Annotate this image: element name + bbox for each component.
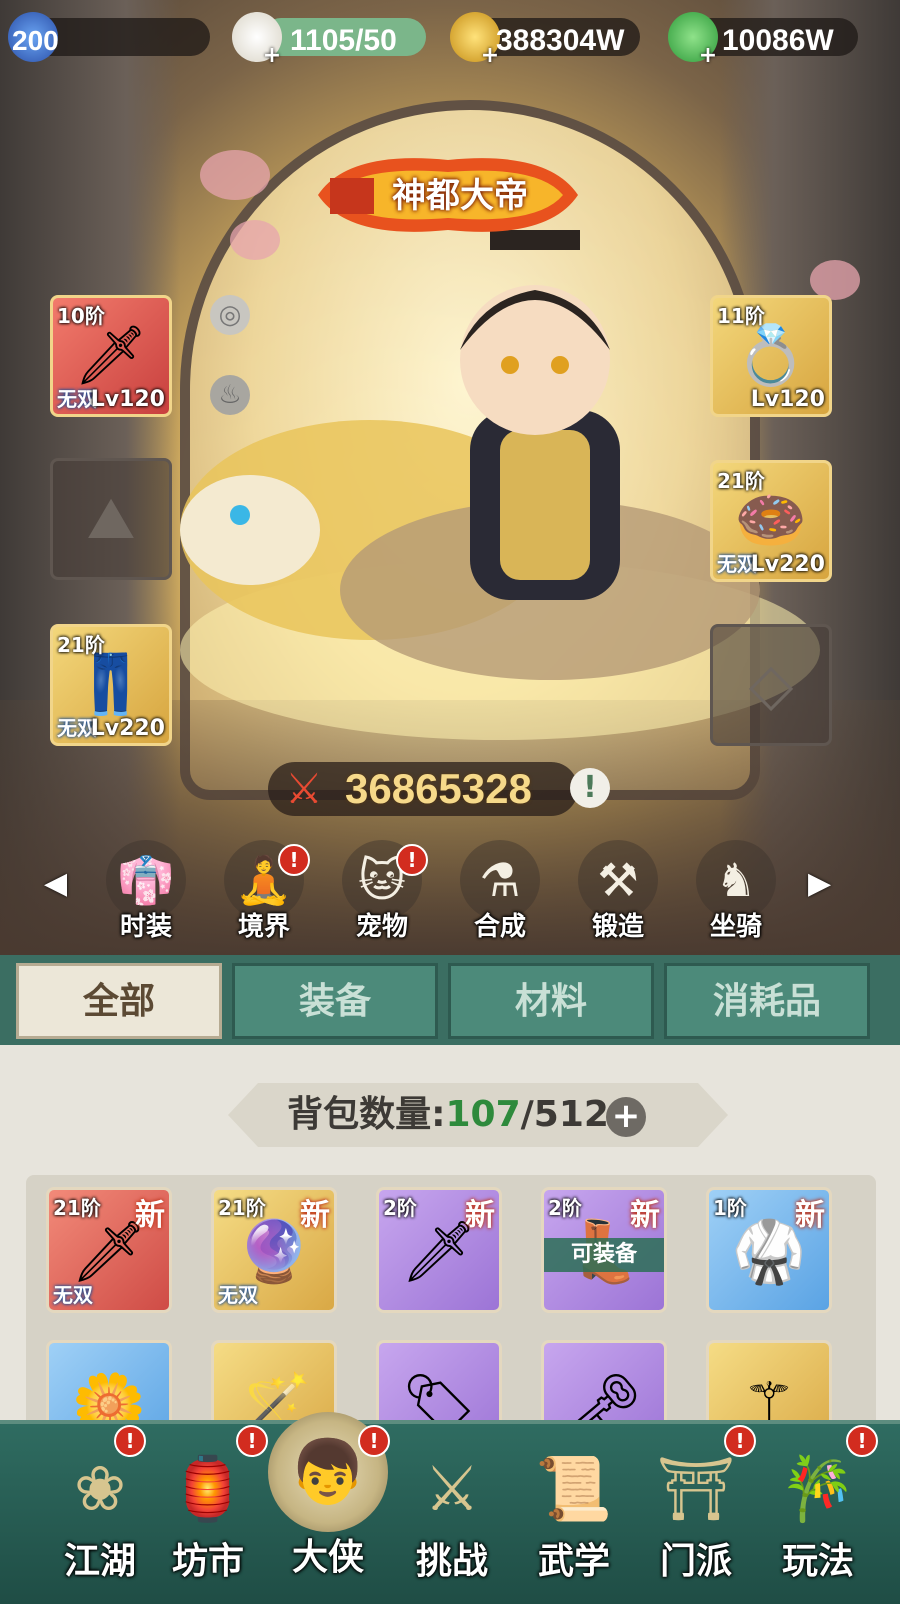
function-scroll-right-arrow[interactable]: ▶ [808, 866, 838, 902]
bag-item[interactable]: 👢 可装备 2阶 新 [541, 1187, 667, 1313]
combat-power-value: 36865328 [345, 765, 532, 812]
slot-tier: 21阶 [717, 469, 765, 493]
equip-slot-ring[interactable]: 💍 11阶 Lv120 [710, 295, 832, 417]
item-equippable-label: 可装备 [544, 1238, 664, 1272]
function-costume[interactable]: 👘 时装 [96, 840, 196, 942]
item-tier: 2阶 [383, 1196, 417, 1220]
realm-alert-badge: ! [278, 844, 310, 876]
bag-item[interactable]: 🔮 21阶 新 无双 [211, 1187, 337, 1313]
nav-alert-badge: ! [358, 1425, 390, 1457]
bag-capacity-label: 背包数量: [287, 1094, 446, 1135]
nav-alert-badge: ! [236, 1425, 268, 1457]
nav-jianghu[interactable]: ❀ 江湖 [40, 1430, 160, 1590]
slot-level: Lv120 [750, 387, 825, 412]
item-tag: 无双 [218, 1283, 258, 1307]
slot-tier: 21阶 [57, 633, 105, 657]
function-scroll-left-arrow[interactable]: ◀ [44, 866, 74, 902]
nav-label: 玩法 [781, 1541, 854, 1582]
equip-slot-empty[interactable]: ◇ [710, 624, 832, 746]
function-label: 境界 [237, 912, 290, 942]
tab-materials[interactable]: 材料 [448, 963, 654, 1039]
spirit-orb-icon[interactable]: ◎ [210, 295, 250, 335]
power-info-button[interactable]: ! [570, 768, 610, 808]
item-tier: 2阶 [548, 1196, 582, 1220]
bag-capacity-bar: 背包数量:107/512 [228, 1083, 728, 1147]
function-compose[interactable]: ⚗ 合成 [450, 840, 550, 942]
function-forge[interactable]: ⚒ 锻造 [568, 840, 668, 942]
empty-slot-icon: ◇ [748, 650, 794, 718]
ring-icon: 💍 [734, 321, 808, 389]
item-new-badge: 新 [630, 1198, 660, 1233]
bag-item[interactable]: 🗡 2阶 新 [376, 1187, 502, 1313]
nav-label: 武学 [537, 1541, 610, 1582]
item-tier: 1阶 [713, 1196, 747, 1220]
slot-tier: 10阶 [57, 304, 105, 328]
equip-slot-weapon[interactable]: 🗡 10阶 无双 Lv120 [50, 295, 172, 417]
tab-consumables[interactable]: 消耗品 [664, 963, 870, 1039]
item-new-badge: 新 [795, 1198, 825, 1233]
martial-arts-icon: 📜 [535, 1452, 613, 1525]
equip-slot-armor-empty[interactable]: ⛰ [50, 458, 172, 580]
item-tier: 21阶 [53, 1196, 101, 1220]
function-label: 宠物 [355, 912, 408, 942]
function-mount[interactable]: ♞ 坐骑 [686, 840, 786, 942]
slot-tier: 11阶 [717, 304, 765, 328]
nav-alert-badge: ! [724, 1425, 756, 1457]
stamina-value: 1105/50 [290, 24, 397, 57]
boots-icon: 👖 [74, 650, 148, 718]
bag-capacity-used: 107 [445, 1094, 521, 1135]
item-new-badge: 新 [300, 1198, 330, 1233]
coins-value: 388304W [496, 24, 625, 57]
add-jade-button[interactable]: + [698, 45, 718, 67]
pet-alert-badge: ! [396, 844, 428, 876]
bag-item[interactable]: 🥋 1阶 新 [706, 1187, 832, 1313]
equip-slot-legs[interactable]: 👖 21阶 无双 Lv220 [50, 624, 172, 746]
bag-item[interactable]: 🗡 21阶 新 无双 [46, 1187, 172, 1313]
item-new-badge: 新 [135, 1198, 165, 1233]
nav-label: 门派 [659, 1541, 732, 1582]
tab-all[interactable]: 全部 [16, 963, 222, 1039]
cherry-blossom-decoration [200, 150, 270, 200]
nav-label: 坊市 [171, 1541, 244, 1582]
function-label: 时装 [119, 912, 172, 942]
pendant-icon: 🍩 [734, 486, 808, 554]
function-label: 坐骑 [709, 912, 762, 942]
nav-label: 江湖 [63, 1541, 136, 1582]
nav-challenge[interactable]: ⚔ 挑战 [392, 1430, 512, 1590]
bag-capacity-total: 512 [533, 1094, 609, 1135]
slot-level: Lv120 [90, 387, 165, 412]
crossed-swords-icon: ⚔ [285, 764, 323, 813]
nav-alert-badge: ! [114, 1425, 146, 1457]
nav-label: 大侠 [291, 1537, 364, 1578]
level-value: 200 [12, 25, 59, 56]
slot-level: Lv220 [90, 716, 165, 741]
function-label: 锻造 [591, 912, 644, 942]
tab-equipment[interactable]: 装备 [232, 963, 438, 1039]
bag-tab-bar: 全部 装备 材料 消耗品 [0, 955, 900, 1045]
function-label: 合成 [473, 912, 526, 942]
market-icon: 🏮 [169, 1452, 247, 1525]
flame-spirit-icon[interactable]: ♨ [210, 375, 250, 415]
challenge-icon: ⚔ [424, 1452, 480, 1525]
jade-value: 10086W [722, 24, 834, 57]
nav-alert-badge: ! [846, 1425, 878, 1457]
equip-slot-pendant[interactable]: 🍩 21阶 无双 Lv220 [710, 460, 832, 582]
gameplay-icon: 🎋 [779, 1452, 857, 1525]
nav-martial-arts[interactable]: 📜 武学 [514, 1430, 634, 1590]
add-stamina-button[interactable]: + [262, 45, 282, 67]
title-banner: 神都大帝 [392, 176, 528, 216]
item-tier: 21阶 [218, 1196, 266, 1220]
item-tag: 无双 [53, 1283, 93, 1307]
nav-label: 挑战 [415, 1541, 488, 1582]
empty-armor-slot-icon: ⛰ [86, 484, 136, 552]
item-new-badge: 新 [465, 1198, 495, 1233]
sect-icon: ⛩ [656, 1452, 736, 1525]
expand-bag-button[interactable]: + [606, 1097, 646, 1137]
dagger-icon: 🗡 [74, 321, 148, 389]
bag-capacity-separator: / [520, 1094, 534, 1135]
slot-level: Lv220 [750, 552, 825, 577]
